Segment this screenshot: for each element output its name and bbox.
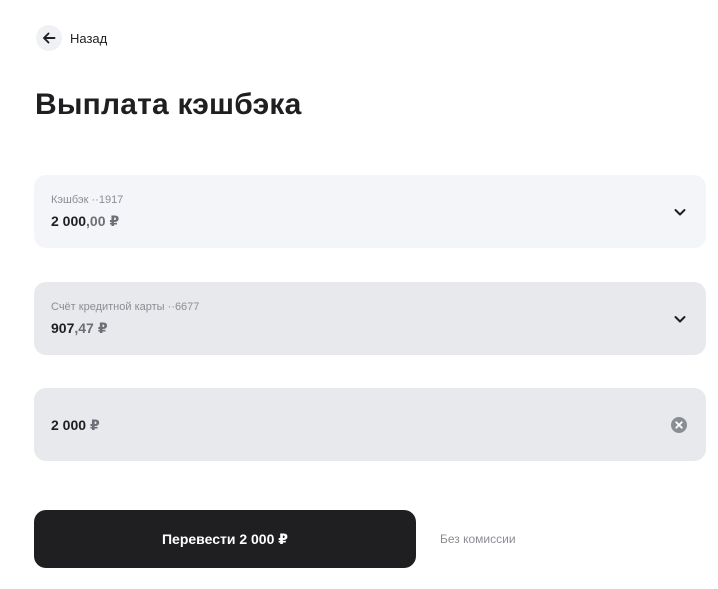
- back-label[interactable]: Назад: [70, 31, 107, 46]
- source-amount-fraction: ,00: [86, 213, 106, 229]
- page-title: Выплата кэшбэка: [35, 88, 302, 121]
- transfer-amount-input[interactable]: 2 000 ₽: [34, 388, 706, 461]
- chevron-down-icon[interactable]: [672, 204, 688, 220]
- target-amount-fraction: ,47: [74, 320, 94, 336]
- source-account-balance: 2 000,00 ₽: [51, 212, 672, 230]
- target-amount-integer: 907: [51, 320, 75, 336]
- target-amount-currency: ₽: [97, 320, 108, 336]
- target-account-label: Счёт кредитной карты ··6677: [51, 301, 200, 313]
- transfer-button[interactable]: Перевести 2 000 ₽: [34, 510, 416, 568]
- source-amount-currency: ₽: [109, 213, 120, 229]
- transfer-amount-text[interactable]: 2 000 ₽: [51, 416, 670, 434]
- arrow-left-icon[interactable]: [36, 25, 62, 51]
- source-account-label: Кэшбэк ··1917: [51, 194, 124, 206]
- commission-note: Без комиссии: [440, 532, 516, 546]
- back-link[interactable]: Назад: [36, 24, 107, 52]
- transfer-amount-value[interactable]: 2 000 ₽: [51, 416, 670, 434]
- chevron-down-icon[interactable]: [672, 311, 688, 327]
- source-account-select[interactable]: Кэшбэк ··1917 2 000,00 ₽: [34, 175, 706, 248]
- clear-circle-icon[interactable]: [670, 416, 688, 434]
- transfer-amount-currency: ₽: [90, 416, 100, 433]
- transfer-amount-number[interactable]: 2 000: [51, 417, 86, 433]
- target-account-select[interactable]: Счёт кредитной карты ··6677 907,47 ₽: [34, 282, 706, 355]
- source-account-info: Кэшбэк ··1917 2 000,00 ₽: [51, 193, 672, 230]
- source-amount-integer: 2 000: [51, 213, 87, 229]
- target-account-info: Счёт кредитной карты ··6677 907,47 ₽: [51, 300, 672, 337]
- target-account-balance: 907,47 ₽: [51, 319, 672, 337]
